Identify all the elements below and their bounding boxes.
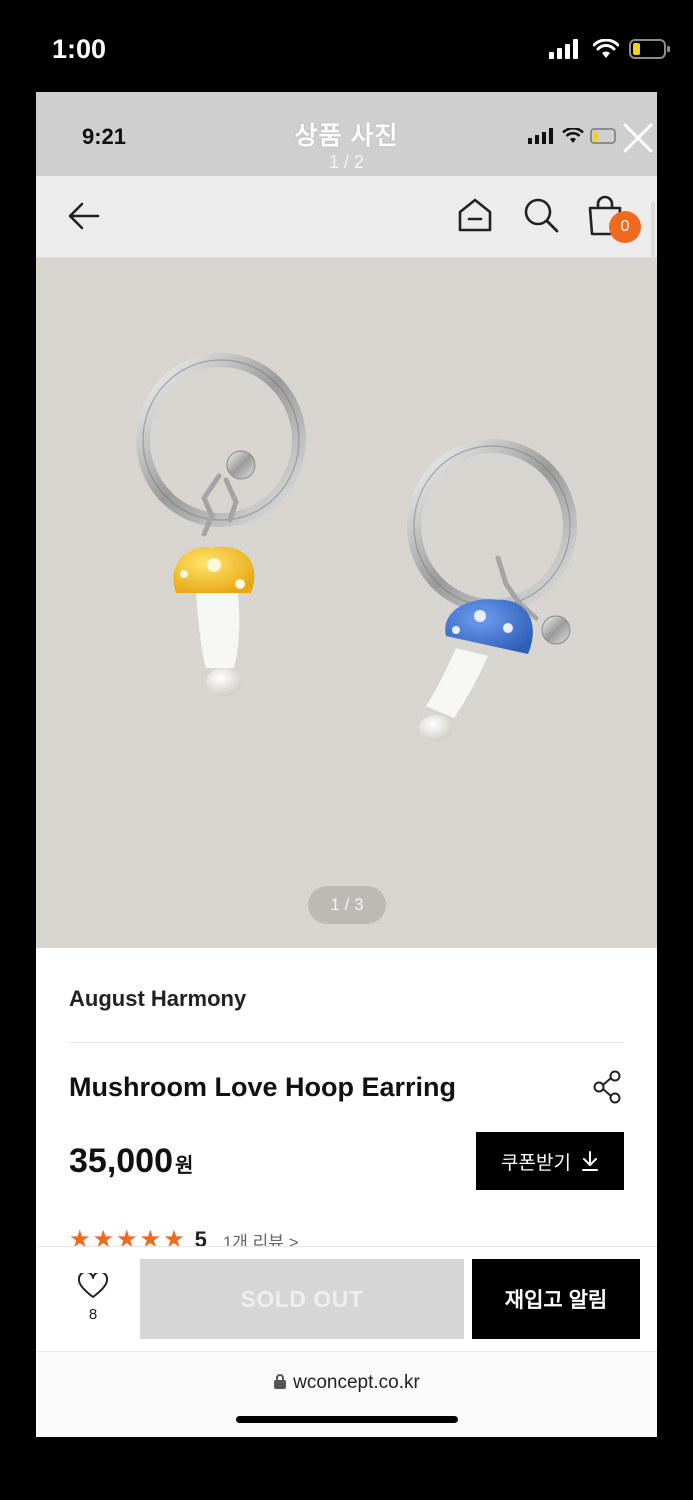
url-display[interactable]: wconcept.co.kr [36,1372,657,1394]
back-arrow-icon[interactable] [66,198,102,234]
restock-alert-button[interactable]: 재입고 알림 [472,1259,640,1339]
wishlist-count: 8 [88,1306,98,1323]
shared-screenshot: 9:21 상품 사진 1 / 2 0 1 / 3 August Harmony … [36,92,657,1437]
divider [69,1042,624,1043]
photo-pager: 1 / 3 [308,886,386,924]
price-unit: 원 [175,1155,194,1177]
share-icon[interactable] [592,1070,622,1104]
signal-icon [549,39,578,59]
cart-count-badge: 0 [609,211,641,243]
product-photo[interactable]: 1 / 3 [36,258,657,948]
browser-url-bar: wconcept.co.kr [36,1351,657,1437]
outer-status-icons [549,38,671,60]
wishlist-button[interactable]: 8 [74,1270,112,1333]
product-info: August Harmony Mushroom Love Hoop Earrin… [36,948,657,1252]
sold-out-button[interactable]: SOLD OUT [140,1259,464,1339]
search-icon[interactable] [522,196,560,234]
viewer-counter: 1 / 2 [328,152,365,172]
battery-icon [629,39,670,59]
lock-icon [274,1374,287,1389]
product-title: Mushroom Love Hoop Earring [69,1072,457,1102]
download-icon [581,1151,598,1171]
heart-icon [77,1270,109,1298]
wifi-icon [593,39,619,58]
purchase-action-bar: 8 SOLD OUT 재입고 알림 [36,1246,657,1350]
get-coupon-button[interactable]: 쿠폰받기 [476,1132,624,1190]
close-icon[interactable] [622,122,654,154]
viewer-title: 상품 사진 [294,122,399,150]
outer-status-time: 1:00 [52,34,107,64]
earrings-illustration [136,353,577,741]
home-indicator[interactable] [236,1416,458,1423]
brand-name[interactable]: August Harmony [69,986,246,1012]
blue-mushroom-earring [407,439,577,741]
outer-status-bar: 1:00 [0,0,693,92]
yellow-mushroom-earring [136,353,306,696]
home-icon[interactable] [456,196,494,234]
price: 35,000 원 [69,1142,193,1181]
url-text: wconcept.co.kr [293,1372,420,1393]
price-value: 35,000 [69,1142,173,1180]
app-navbar [36,176,657,258]
coupon-button-label: 쿠폰받기 [501,1152,571,1174]
